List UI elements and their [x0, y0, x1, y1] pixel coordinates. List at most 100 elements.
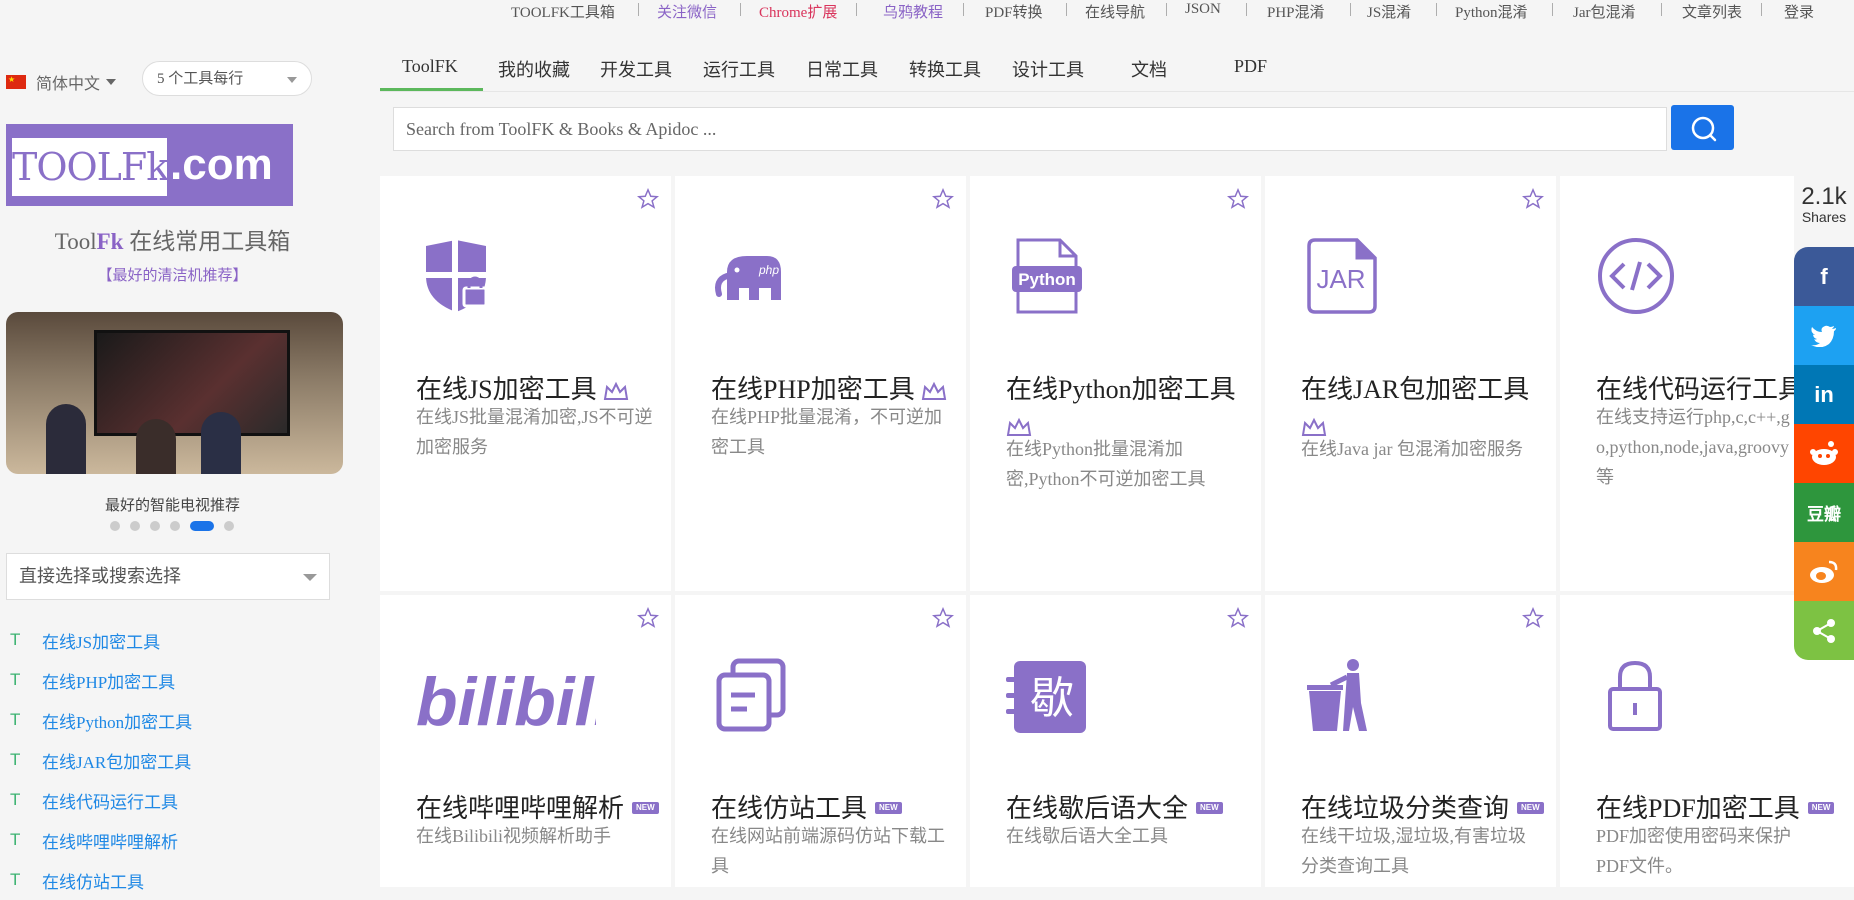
favorite-star-icon[interactable]	[1522, 607, 1544, 629]
tab-daily-tools[interactable]: 日常工具	[806, 56, 878, 82]
tab-dev-tools[interactable]: 开发工具	[600, 56, 672, 82]
favorite-star-icon[interactable]	[932, 188, 954, 210]
copy-docs-icon	[716, 658, 786, 732]
topnav-chrome-ext[interactable]: Chrome扩展	[759, 1, 837, 22]
tool-card-site-clone[interactable]: 在线仿站工具 NEW 在线网站前端源码仿站下载工具	[675, 595, 966, 887]
tool-card-desc: 在线Python批量混淆加密,Python不可逆加密工具	[1006, 439, 1206, 489]
weibo-icon	[1810, 560, 1838, 583]
tab-design-tools[interactable]: 设计工具	[1012, 56, 1084, 82]
topnav-separator: |	[1349, 1, 1353, 17]
site-title-fk: Fk	[96, 229, 124, 254]
tool-card-title: 在线JAR包加密工具	[1301, 375, 1530, 404]
tool-card-desc: PDF加密使用密码来保护PDF文件。	[1596, 826, 1792, 876]
tool-card-desc: 在线Bilibili视频解析助手	[416, 826, 612, 846]
topnav-separator: |	[1551, 1, 1555, 17]
share-twitter-button[interactable]	[1794, 306, 1854, 365]
topnav-jar-obfuscate[interactable]: Jar包混淆	[1573, 1, 1636, 22]
favorite-star-icon[interactable]	[1227, 188, 1249, 210]
sidebar-item-site-clone[interactable]: T 在线仿站工具	[6, 860, 192, 900]
sidebar-item-python-encrypt[interactable]: T 在线Python加密工具	[6, 700, 192, 740]
site-logo[interactable]: TOOLFk .com	[6, 124, 293, 206]
facebook-icon: f	[1820, 263, 1828, 289]
favorite-star-icon[interactable]	[1522, 188, 1544, 210]
carousel-dot[interactable]	[170, 521, 180, 531]
sidebar-item-js-encrypt[interactable]: T 在线JS加密工具	[6, 620, 192, 660]
tabs-divider	[380, 91, 1854, 92]
tab-docs[interactable]: 文档	[1131, 56, 1167, 82]
topnav-online-nav[interactable]: 在线导航	[1085, 1, 1145, 22]
topnav-toolfk[interactable]: TOOLFK工具箱	[511, 1, 615, 22]
tools-per-row-select[interactable]: 5 个工具每行	[142, 61, 312, 96]
search-icon	[1691, 116, 1717, 142]
topnav-separator: |	[855, 1, 859, 17]
douban-icon: 豆瓣	[1807, 505, 1841, 524]
tab-toolfk[interactable]: ToolFK	[402, 56, 458, 77]
sidebar-item-label: 在线代码运行工具	[42, 792, 178, 812]
china-flag-icon	[6, 75, 26, 89]
jar-label: JAR	[1316, 264, 1365, 294]
topnav-php-obfuscate[interactable]: PHP混淆	[1267, 1, 1325, 22]
tool-card-garbage-sort[interactable]: 在线垃圾分类查询 NEW 在线干垃圾,湿垃圾,有害垃圾分类查询工具	[1265, 595, 1556, 887]
tool-card-php-encrypt[interactable]: php 在线PHP加密工具 在线PHP批量混淆，不可逆加密工具	[675, 176, 966, 591]
tab-pdf[interactable]: PDF	[1234, 56, 1267, 77]
carousel-dot[interactable]	[150, 521, 160, 531]
carousel-dot-active[interactable]	[190, 521, 214, 531]
tool-t-icon: T	[10, 750, 21, 769]
carousel-dot[interactable]	[110, 521, 120, 531]
tool-card-python-encrypt[interactable]: Python 在线Python加密工具 在线Python批量混淆加密,Pytho…	[970, 176, 1261, 591]
carousel-dot[interactable]	[224, 521, 234, 531]
language-selector[interactable]: 简体中文	[6, 70, 117, 94]
share-facebook-button[interactable]: f	[1794, 247, 1854, 306]
favorite-star-icon[interactable]	[1227, 607, 1249, 629]
shield-lock-icon	[424, 240, 488, 312]
tab-run-tools[interactable]: 运行工具	[703, 56, 775, 82]
share-more-button[interactable]	[1794, 601, 1854, 660]
chevron-down-icon	[287, 77, 297, 83]
favorite-star-icon[interactable]	[637, 188, 659, 210]
topnav-login[interactable]: 登录	[1784, 1, 1814, 22]
topnav-crow-tutorial[interactable]: 乌鸦教程	[883, 1, 943, 22]
topnav-js-obfuscate[interactable]: JS混淆	[1367, 1, 1411, 22]
tools-per-row-value: 5 个工具每行	[157, 71, 244, 87]
python-label: Python	[1018, 270, 1076, 289]
top-nav-bar: TOOLFK工具箱 | 关注微信 | Chrome扩展 | 乌鸦教程 | PDF…	[500, 0, 1854, 22]
search-input[interactable]: Search from ToolFK & Books & Apidoc ...	[393, 107, 1667, 151]
sidebar-item-php-encrypt[interactable]: T 在线PHP加密工具	[6, 660, 192, 700]
share-douban-button[interactable]: 豆瓣	[1794, 483, 1854, 542]
topnav-pdf-convert[interactable]: PDF转换	[985, 1, 1043, 22]
tool-card-code-run[interactable]: 在线代码运行工具 在线支持运行php,c,c++,go,python,node,…	[1560, 176, 1794, 591]
tool-t-icon: T	[10, 630, 21, 649]
sidebar-item-label: 在线哔哩哔哩解析	[42, 832, 178, 852]
tool-t-icon: T	[10, 670, 21, 689]
tab-convert-tools[interactable]: 转换工具	[909, 56, 981, 82]
favorite-star-icon[interactable]	[932, 607, 954, 629]
favorite-star-icon[interactable]	[637, 607, 659, 629]
search-button[interactable]	[1671, 105, 1734, 150]
tool-card-bilibili[interactable]: bilibili 在线哔哩哔哩解析 NEW 在线Bilibili视频解析助手	[380, 595, 671, 887]
sidebar-item-bilibili[interactable]: T 在线哔哩哔哩解析	[6, 820, 192, 860]
tab-favorites[interactable]: 我的收藏	[498, 56, 570, 82]
carousel-dot[interactable]	[130, 521, 140, 531]
sidebar-item-code-run[interactable]: T 在线代码运行工具	[6, 780, 192, 820]
topnav-articles[interactable]: 文章列表	[1682, 1, 1742, 22]
share-weibo-button[interactable]	[1794, 542, 1854, 601]
tool-card-xiehouyu[interactable]: 歇 在线歇后语大全 NEW 在线歇后语大全工具	[970, 595, 1261, 887]
smart-tv-banner-image[interactable]	[6, 312, 343, 474]
sidebar-item-label: 在线JAR包加密工具	[42, 752, 192, 772]
topnav-json[interactable]: JSON	[1185, 1, 1221, 18]
topnav-wechat[interactable]: 关注微信	[657, 1, 717, 22]
topnav-separator: |	[1760, 1, 1764, 17]
new-badge: NEW	[632, 802, 659, 815]
sidebar-item-jar-encrypt[interactable]: T 在线JAR包加密工具	[6, 740, 192, 780]
tool-card-jar-encrypt[interactable]: JAR 在线JAR包加密工具 在线Java jar 包混淆加密服务	[1265, 176, 1556, 591]
tool-search-select[interactable]: 直接选择或搜索选择	[6, 553, 330, 600]
tool-card-js-encrypt[interactable]: 在线JS加密工具 在线JS批量混淆加密,JS不可逆加密服务	[380, 176, 671, 591]
cleaner-recommend-link[interactable]: 【最好的清洁机推荐】	[0, 264, 345, 285]
share-count: 2.1k	[1801, 183, 1847, 210]
site-title-suffix: 在线常用工具箱	[123, 229, 291, 254]
share-linkedin-button[interactable]: in	[1794, 365, 1854, 424]
tool-t-icon: T	[10, 870, 21, 889]
new-badge: NEW	[1517, 802, 1544, 815]
topnav-python-obfuscate[interactable]: Python混淆	[1455, 1, 1528, 22]
share-reddit-button[interactable]	[1794, 424, 1854, 483]
